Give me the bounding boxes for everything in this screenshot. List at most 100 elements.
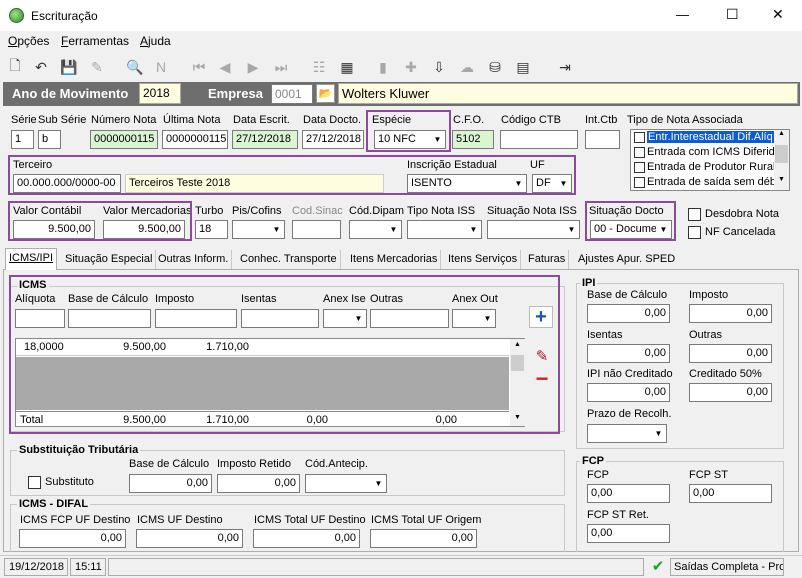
tree-icon[interactable]: ☷ <box>308 56 330 78</box>
icms-grid[interactable]: 18,0000 9.500,00 1.710,00 Total 9.500,00… <box>15 338 525 427</box>
tab-itens-mercadorias[interactable]: Itens Mercadorias <box>347 250 442 269</box>
serie-field[interactable]: 1 <box>11 130 34 149</box>
imposto-input[interactable] <box>155 309 237 328</box>
import-icon[interactable]: ⇩ <box>428 56 450 78</box>
substituto-checkbox[interactable] <box>28 476 41 489</box>
contabil-field[interactable]: 9.500,00 <box>13 220 95 239</box>
close-button[interactable]: ✕ <box>772 6 784 23</box>
add-icon[interactable]: + <box>529 306 553 328</box>
scroll-thumb[interactable] <box>775 145 788 163</box>
sitdoc-select[interactable]: 00 - Documer ▼ <box>590 220 672 239</box>
remove-icon[interactable]: − <box>531 368 553 390</box>
archive-icon[interactable]: ▤ <box>512 56 534 78</box>
uf-select[interactable]: DF ▼ <box>532 174 572 193</box>
first-record-icon[interactable]: ⏮ <box>188 56 210 78</box>
tab-outras-inform[interactable]: Outras Inform. <box>155 250 233 269</box>
cfo-field[interactable]: 5102 <box>452 130 494 149</box>
difal-f4-field[interactable]: 0,00 <box>370 529 477 548</box>
ie-select[interactable]: ISENTO ▼ <box>407 174 527 193</box>
isentas-input[interactable] <box>241 309 319 328</box>
anex-out-select[interactable]: ▼ <box>452 309 496 328</box>
difal-f3-field[interactable]: 0,00 <box>253 529 360 548</box>
list-item[interactable]: Entrada com ICMS Diferido <box>632 146 774 160</box>
st-base-field[interactable]: 0,00 <box>129 474 212 493</box>
fcpret-field[interactable]: 0,00 <box>587 524 670 543</box>
list-item[interactable]: Entr.Interestadual Dif.Alíq <box>632 131 774 145</box>
numero-field[interactable]: 0000000115 <box>90 130 158 149</box>
difal-f1-field[interactable]: 0,00 <box>19 529 126 548</box>
ctb-field[interactable] <box>500 130 578 149</box>
fcpst-field[interactable]: 0,00 <box>689 484 772 503</box>
save-icon[interactable]: 💾 <box>58 56 80 78</box>
anex-ise-select[interactable]: ▼ <box>323 309 367 328</box>
preview-icon[interactable]: 🔍 <box>124 56 146 78</box>
checkbox[interactable] <box>634 177 645 188</box>
tools-icon[interactable]: ✎ <box>86 56 108 78</box>
checkbox[interactable] <box>634 162 645 173</box>
scroll-down-icon[interactable]: ▼ <box>774 176 789 190</box>
desdobra-checkbox[interactable] <box>688 208 701 221</box>
tab-conhec-transporte[interactable]: Conhec. Transporte <box>237 250 341 269</box>
scroll-up-icon[interactable]: ▲ <box>774 130 789 144</box>
table-row[interactable]: 18,0000 9.500,00 1.710,00 <box>16 339 509 356</box>
checkbox[interactable] <box>634 147 645 158</box>
tab-ajustes-sped[interactable]: Ajustes Apur. SPED <box>575 250 678 269</box>
situss-select[interactable]: ▼ <box>487 220 580 239</box>
undo-icon[interactable]: ↶ <box>30 56 52 78</box>
scroll-up-icon[interactable]: ▲ <box>510 341 525 348</box>
intctb-field[interactable] <box>585 130 620 149</box>
folder-icon[interactable]: ▮ <box>372 56 394 78</box>
list-item[interactable]: Entrada de Produtor Rural <box>632 161 774 175</box>
st-retido-field[interactable]: 0,00 <box>217 474 300 493</box>
base-input[interactable] <box>68 309 151 328</box>
calculator-icon[interactable]: ▦ <box>336 56 358 78</box>
turbo-field[interactable]: 18 <box>195 220 228 239</box>
cloud-icon[interactable]: ☁ <box>456 56 478 78</box>
dipam-select[interactable]: ▼ <box>349 220 402 239</box>
puzzle-icon[interactable]: ✚ <box>400 56 422 78</box>
subserie-field[interactable]: b <box>38 130 61 149</box>
empresa-code-field[interactable]: 0001 <box>271 84 313 104</box>
aliquota-input[interactable] <box>15 309 65 328</box>
docto-field[interactable]: 27/12/2018 <box>302 130 364 149</box>
folder-open-icon[interactable]: 📂 <box>316 84 335 103</box>
checkbox[interactable] <box>634 132 645 143</box>
cib-icon[interactable]: ⛁ <box>484 56 506 78</box>
outras-input[interactable] <box>370 309 449 328</box>
maximize-button[interactable]: ☐ <box>726 6 739 23</box>
ipi-prazo-select[interactable]: ▼ <box>587 424 667 443</box>
tab-icms-ipi[interactable]: ICMS/IPI <box>5 248 58 270</box>
ipi-cred50-field[interactable]: 0,00 <box>689 383 772 402</box>
menu-opcoes[interactable]: Opções <box>8 34 49 48</box>
edit-icon[interactable]: ✎ <box>531 347 553 367</box>
st-antecip-select[interactable]: ▼ <box>305 474 387 493</box>
scrollbar[interactable]: ▲ ▼ <box>774 130 789 190</box>
menu-ferramentas[interactable]: Ferramentas <box>61 34 129 48</box>
list-item[interactable]: Entrada de saída sem débi <box>632 176 774 190</box>
next-record-icon[interactable]: ▶ <box>242 56 264 78</box>
previous-record-icon[interactable]: ◀ <box>214 56 236 78</box>
minimize-button[interactable]: — <box>676 7 689 22</box>
ipi-isentas-field[interactable]: 0,00 <box>587 344 670 363</box>
exit-icon[interactable]: ⇥ <box>554 56 576 78</box>
escrit-field[interactable]: 27/12/2018 <box>232 130 298 149</box>
nfe-icon[interactable]: N <box>150 56 172 78</box>
menu-ajuda[interactable]: Ajuda <box>140 34 171 48</box>
terceiro-code-field[interactable]: 00.000.000/0000-00 <box>13 174 121 193</box>
scroll-thumb[interactable] <box>511 355 524 371</box>
cancelada-checkbox[interactable] <box>688 226 701 239</box>
especie-select[interactable]: 10 NFC ▼ <box>374 130 446 149</box>
piscofins-select[interactable]: ▼ <box>232 220 285 239</box>
iss-select[interactable]: ▼ <box>407 220 482 239</box>
mercadorias-field[interactable]: 9.500,00 <box>103 220 185 239</box>
ipi-base-field[interactable]: 0,00 <box>587 304 670 323</box>
ipi-naocred-field[interactable]: 0,00 <box>587 383 670 402</box>
scroll-down-icon[interactable]: ▼ <box>510 414 525 421</box>
difal-f2-field[interactable]: 0,00 <box>136 529 243 548</box>
tab-situacao-especial[interactable]: Situação Especial <box>62 250 157 269</box>
tab-faturas[interactable]: Faturas <box>525 250 570 269</box>
last-record-icon[interactable]: ⏭ <box>270 56 292 78</box>
fcp-field[interactable]: 0,00 <box>587 484 670 503</box>
tab-itens-servicos[interactable]: Itens Serviços <box>445 250 522 269</box>
ano-field[interactable]: 2018 <box>139 83 181 104</box>
